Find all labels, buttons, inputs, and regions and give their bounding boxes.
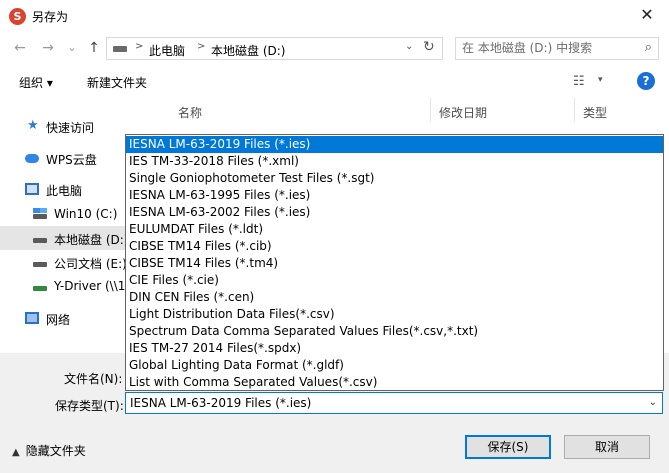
breadcrumb-separator-icon: > xyxy=(197,41,206,52)
filetype-select[interactable]: IESNA LM-63-2019 Files (*.ies) ⌄ xyxy=(125,392,663,414)
filetype-dropdown-list: IESNA LM-63-2019 Files (*.ies) IES TM-33… xyxy=(125,134,664,391)
computer-icon xyxy=(25,183,39,195)
filetype-option[interactable]: Global Lighting Data Format (*.gldf) xyxy=(126,357,663,374)
drive-icon xyxy=(33,262,47,267)
drive-icon xyxy=(113,46,127,52)
network-icon xyxy=(25,312,39,324)
breadcrumb-drive-d[interactable]: 本地磁盘 (D:) xyxy=(211,42,285,59)
sidebar-item-label: WPS云盘 xyxy=(46,153,97,167)
filetype-option[interactable]: CIBSE TM14 Files (*.cib) xyxy=(126,238,663,255)
network-drive-icon xyxy=(33,286,47,291)
cloud-icon xyxy=(25,154,39,163)
up-arrow-icon[interactable]: ↑ xyxy=(84,38,104,58)
toolbar: 组织 ▾ 新建文件夹 ☷ ▾ ? xyxy=(0,64,669,98)
sidebar-item-label: 快速访问 xyxy=(46,121,95,135)
window-title: 另存为 xyxy=(32,10,69,24)
title-bar: S 另存为 ✕ xyxy=(0,0,669,32)
help-icon[interactable]: ? xyxy=(637,72,655,90)
filename-label: 文件名(N): xyxy=(64,372,123,386)
search-box[interactable]: ⌕ xyxy=(455,37,659,60)
save-button[interactable]: 保存(S) xyxy=(465,435,551,459)
new-folder-button[interactable]: 新建文件夹 xyxy=(87,74,147,91)
view-options-icon[interactable]: ☷ xyxy=(573,74,585,89)
sidebar-item-label: 此电脑 xyxy=(46,184,83,198)
column-divider[interactable] xyxy=(574,98,575,122)
filetype-option[interactable]: CIBSE TM14 Files (*.tm4) xyxy=(126,255,663,272)
filetype-option[interactable]: EULUMDAT Files (*.ldt) xyxy=(126,221,663,238)
back-arrow-icon[interactable]: ← xyxy=(10,38,30,58)
filetype-option[interactable]: CIE Files (*.cie) xyxy=(126,272,663,289)
organize-button[interactable]: 组织 ▾ xyxy=(19,74,53,91)
column-header-name[interactable]: 名称 xyxy=(178,104,202,121)
filetype-option[interactable]: IESNA LM-63-2002 Files (*.ies) xyxy=(126,204,663,221)
refresh-icon[interactable]: ↻ xyxy=(423,39,435,55)
filetype-selected-value: IESNA LM-63-2019 Files (*.ies) xyxy=(130,396,312,410)
search-icon[interactable]: ⌕ xyxy=(645,40,652,55)
sidebar-item-label: Y-Driver (\\1 xyxy=(54,279,126,293)
filetype-option[interactable]: DIN CEN Files (*.cen) xyxy=(126,289,663,306)
column-divider[interactable] xyxy=(430,98,431,122)
sidebar-item-label: Win10 (C:) xyxy=(54,207,118,221)
chevron-down-icon[interactable]: ⌄ xyxy=(649,397,657,408)
navigation-bar: ← → ⌄ ↑ > 此电脑 > 本地磁盘 (D:) ⌄ ↻ ⌕ xyxy=(0,32,669,64)
filetype-option[interactable]: IESNA LM-63-1995 Files (*.ies) xyxy=(126,187,663,204)
sidebar-item-label: 本地磁盘 (D:) xyxy=(54,233,129,247)
app-logo-icon: S xyxy=(9,8,26,25)
hide-folders-toggle[interactable]: ▲ 隐藏文件夹 xyxy=(12,442,86,459)
breadcrumb-this-pc[interactable]: 此电脑 xyxy=(149,42,185,59)
breadcrumb-separator-icon: > xyxy=(135,41,144,52)
view-dropdown-icon[interactable]: ▾ xyxy=(598,75,603,85)
filetype-label: 保存类型(T): xyxy=(55,399,124,413)
filetype-option[interactable]: IES TM-33-2018 Files (*.xml) xyxy=(126,153,663,170)
filetype-option[interactable]: Single Goniophotometer Test Files (*.sgt… xyxy=(126,170,663,187)
sidebar-item-label: 公司文档 (E:) xyxy=(54,257,127,271)
forward-arrow-icon[interactable]: → xyxy=(38,38,58,58)
windows-drive-icon xyxy=(33,208,47,213)
filetype-option[interactable]: Spectrum Data Comma Separated Values Fil… xyxy=(126,323,663,340)
sidebar-item-label: 网络 xyxy=(46,313,71,327)
filetype-option[interactable]: List with Comma Separated Values(*.csv) xyxy=(126,374,663,390)
hide-folders-label: 隐藏文件夹 xyxy=(25,444,86,458)
recent-locations-icon[interactable]: ⌄ xyxy=(62,38,82,58)
column-header-modified[interactable]: 修改日期 xyxy=(439,104,487,121)
cancel-button[interactable]: 取消 xyxy=(564,435,650,459)
filetype-option[interactable]: Light Distribution Data Files(*.csv) xyxy=(126,306,663,323)
close-icon[interactable]: ✕ xyxy=(625,0,669,30)
star-icon: ★ xyxy=(27,118,39,133)
filetype-option[interactable]: IES TM-27 2014 Files(*.spdx) xyxy=(126,340,663,357)
chevron-up-icon: ▲ xyxy=(12,447,20,458)
drive-icon xyxy=(33,238,47,243)
address-bar[interactable]: > 此电脑 > 本地磁盘 (D:) ⌄ ↻ xyxy=(106,37,443,60)
filetype-option[interactable]: IESNA LM-63-2019 Files (*.ies) xyxy=(126,136,663,153)
address-dropdown-icon[interactable]: ⌄ xyxy=(405,41,413,52)
column-header-type[interactable]: 类型 xyxy=(583,104,607,121)
drive-icon xyxy=(33,214,47,219)
search-input[interactable] xyxy=(462,41,632,55)
